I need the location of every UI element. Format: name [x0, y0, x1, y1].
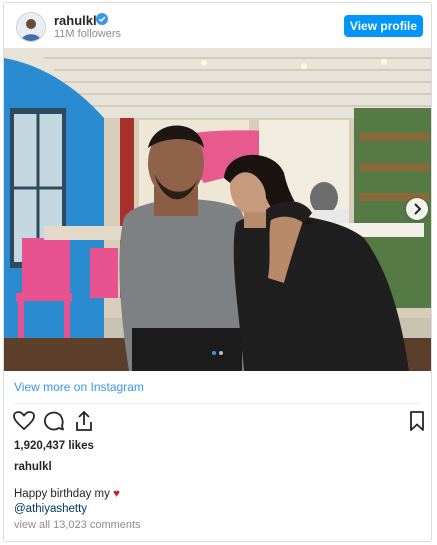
- post-caption: Happy birthday my ♥: [14, 488, 120, 500]
- follower-count: 11M followers: [54, 28, 122, 40]
- account-username[interactable]: rahulkl: [54, 13, 97, 28]
- post-owner-username[interactable]: rahulkl: [14, 461, 52, 473]
- post-header: rahulkl 11M followers View profile: [4, 3, 431, 48]
- caption-text: Happy birthday my: [14, 488, 110, 500]
- verified-badge-icon: [96, 13, 108, 25]
- share-icon[interactable]: [72, 409, 96, 433]
- comment-icon[interactable]: [42, 409, 66, 433]
- carousel-dot: [212, 351, 216, 355]
- heart-icon[interactable]: [12, 409, 36, 433]
- next-slide-button[interactable]: [406, 198, 428, 220]
- carousel-indicator: [212, 342, 226, 360]
- view-comments-link[interactable]: view all 13,023 comments: [14, 519, 141, 531]
- red-heart-emoji-icon: ♥: [113, 488, 120, 500]
- view-profile-button[interactable]: View profile: [344, 15, 423, 37]
- view-more-link[interactable]: View more on Instagram: [14, 380, 144, 394]
- instagram-embed-card: rahulkl 11M followers View profile View …: [3, 2, 432, 542]
- like-count[interactable]: 1,920,437 likes: [14, 440, 94, 452]
- carousel-dot: [219, 351, 223, 355]
- mention-link[interactable]: @athiyashetty: [14, 503, 87, 515]
- bookmark-icon[interactable]: [405, 409, 429, 433]
- divider: [14, 403, 421, 404]
- post-photo[interactable]: [4, 48, 431, 371]
- chevron-right-icon: [414, 203, 422, 215]
- avatar[interactable]: [16, 12, 46, 42]
